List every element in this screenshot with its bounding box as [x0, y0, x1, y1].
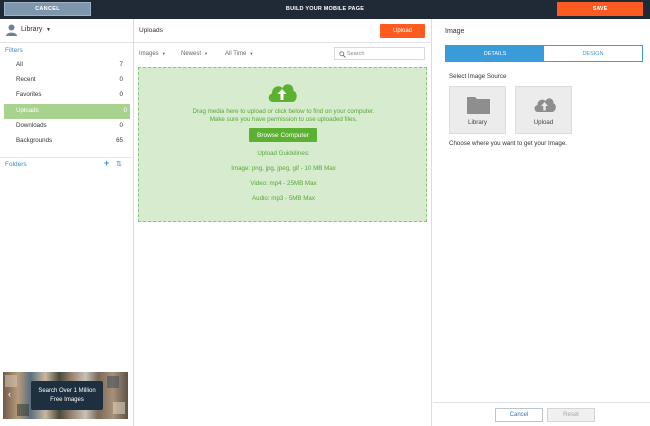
filter-count: 7	[119, 61, 123, 68]
dropzone-permission-note: Make sure you have permission to use upl…	[209, 116, 358, 123]
filter-item-uploads[interactable]: Uploads 0	[4, 103, 130, 119]
image-source-label: Select Image Source	[449, 73, 507, 80]
time-filter-label: All Time	[225, 51, 247, 57]
filter-count: 0	[123, 106, 127, 114]
promo-photo-tile	[113, 402, 125, 414]
upload-guidelines-title: Upload Guidelines:	[257, 150, 310, 157]
library-source-label: Library	[468, 119, 487, 126]
upload-dropzone[interactable]: Drag media here to upload or click below…	[138, 67, 427, 222]
search-placeholder: Search	[347, 51, 365, 57]
chevron-down-icon: ▼	[161, 51, 166, 56]
promo-line-1: Search Over 1 Million	[38, 388, 96, 394]
filter-count: 0	[119, 121, 123, 129]
chevron-down-icon: ▼	[249, 51, 254, 56]
cancel-button[interactable]: CANCEL	[4, 2, 91, 16]
page-title: BUILD YOUR MOBILE PAGE	[285, 6, 365, 12]
filter-item-downloads[interactable]: Downloads 0	[0, 119, 133, 134]
dropzone-instruction: Drag media here to upload or click below…	[192, 108, 375, 115]
image-source-hint: Choose where you want to get your Image.	[449, 140, 567, 147]
tab-design[interactable]: DESIGN	[544, 46, 642, 61]
panel-footer: Cancel Reset	[433, 402, 650, 426]
chevron-left-icon: ‹	[8, 389, 11, 399]
filter-label: Uploads	[16, 106, 39, 114]
user-icon	[6, 24, 17, 36]
reset-button[interactable]: Reset	[547, 408, 595, 422]
filter-item-recent[interactable]: Recent 0	[0, 73, 133, 88]
filter-item-backgrounds[interactable]: Backgrounds 65	[0, 134, 133, 149]
search-input[interactable]: Search	[334, 47, 425, 60]
settings-tabs: DETAILS DESIGN	[445, 45, 643, 62]
filter-label: Backgrounds	[16, 136, 53, 144]
library-label: Library	[21, 26, 43, 33]
library-source-tile[interactable]: Library	[449, 86, 506, 134]
media-sidebar: Library ▼ Filters All 7 Recent 0 Favorit…	[0, 19, 134, 426]
filters-heading: Filters	[5, 47, 23, 54]
tab-details[interactable]: DETAILS	[446, 46, 544, 61]
filter-toolbar: Images ▼ Newest ▼ All Time ▼ Search	[134, 43, 432, 65]
uploads-panel: Uploads Upload Images ▼ Newest ▼ All Time ▼…	[134, 19, 432, 426]
panel-title: Uploads	[139, 27, 163, 34]
filter-label: All	[16, 61, 23, 68]
cloud-upload-icon	[534, 98, 556, 112]
add-folder-icon[interactable]: +	[104, 158, 109, 168]
panel-title: Image	[445, 28, 465, 35]
folders-row: Folders + ⇅	[0, 157, 133, 171]
audio-guideline: Audio: mp3 - 5MB Max	[252, 195, 315, 202]
save-button[interactable]: SAVE	[557, 2, 643, 16]
image-settings-panel: Image DETAILS DESIGN Select Image Source…	[433, 19, 650, 426]
filter-item-favorites[interactable]: Favorites 0	[0, 88, 133, 103]
promo-line-2: Free Images	[50, 396, 84, 403]
promo-photo-tile	[5, 375, 17, 387]
top-bar: CANCEL BUILD YOUR MOBILE PAGE SAVE	[0, 0, 650, 19]
upload-source-label: Upload	[533, 119, 554, 126]
uploads-header: Uploads Upload	[134, 19, 432, 43]
promo-caption: Search Over 1 Million Free Images	[31, 381, 103, 410]
folders-heading: Folders	[5, 161, 27, 168]
chevron-down-icon: ▼	[204, 51, 208, 56]
free-images-promo[interactable]: ‹ Search Over 1 Million Free Images	[3, 372, 128, 419]
filter-list: All 7 Recent 0 Favorites 0 Uploads 0 Dow…	[0, 58, 133, 149]
search-icon	[339, 51, 346, 58]
filter-count: 0	[119, 91, 123, 99]
promo-photo-tile	[107, 376, 119, 388]
filter-item-all[interactable]: All 7	[0, 58, 133, 73]
sort-folders-icon[interactable]: ⇅	[116, 160, 122, 168]
type-filter-dropdown[interactable]: Images ▼	[139, 51, 166, 57]
upload-button[interactable]: Upload	[380, 24, 425, 38]
upload-source-tile[interactable]: Upload	[515, 86, 572, 134]
chevron-down-icon: ▼	[46, 27, 51, 33]
library-selector[interactable]: Library ▼	[0, 19, 133, 43]
filter-count: 0	[119, 76, 123, 84]
browse-computer-button[interactable]: Browse Computer	[249, 128, 317, 142]
type-filter-label: Images	[139, 51, 159, 57]
promo-photo-tile	[17, 404, 29, 416]
image-guideline: Image: png, jpg, jpeg, gif - 10 MB Max	[231, 165, 336, 172]
time-filter-dropdown[interactable]: All Time ▼	[225, 51, 253, 57]
sort-dropdown[interactable]: Newest ▼	[181, 51, 208, 57]
filter-label: Recent	[16, 76, 36, 84]
filter-label: Favorites	[16, 91, 42, 99]
filter-count: 65	[116, 136, 123, 144]
panel-cancel-button[interactable]: Cancel	[495, 408, 543, 422]
cloud-upload-icon	[268, 84, 297, 102]
sort-label: Newest	[181, 51, 202, 57]
filter-label: Downloads	[16, 121, 47, 129]
folder-icon	[467, 97, 490, 114]
video-guideline: Video: mp4 - 25MB Max	[250, 180, 317, 187]
